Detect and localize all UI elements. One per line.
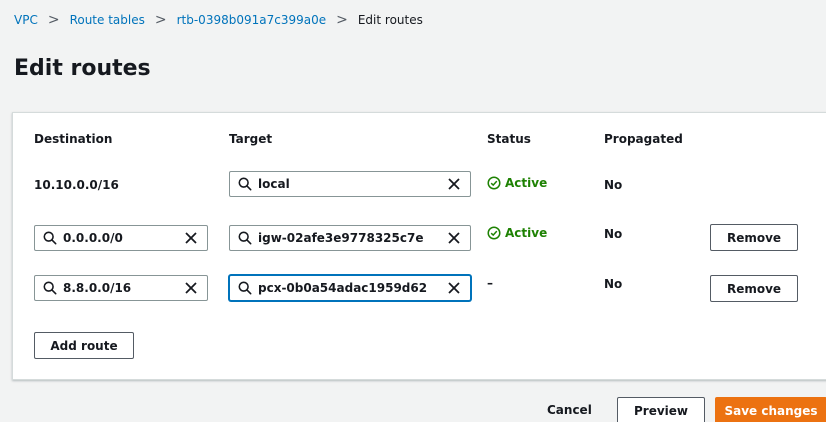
target-input[interactable]: pcx-0b0a54adac1959d62 (229, 275, 471, 301)
clear-icon[interactable] (448, 282, 460, 294)
remove-button[interactable]: Remove (710, 224, 798, 251)
check-circle-icon (487, 176, 501, 190)
breadcrumb-vpc[interactable]: VPC (14, 13, 38, 27)
clear-icon[interactable] (185, 232, 197, 244)
clear-icon[interactable] (185, 282, 197, 294)
routes-panel: Destination Target Status Propagated 10.… (12, 112, 826, 380)
search-icon (43, 231, 57, 245)
status-text: Active (505, 226, 548, 240)
check-circle-icon (487, 226, 501, 240)
header-target: Target (229, 132, 273, 146)
header-propagated: Propagated (604, 132, 683, 146)
breadcrumb-separator: > (336, 12, 348, 28)
propagated-text: No (604, 178, 623, 192)
breadcrumb: VPC > Route tables > rtb-0398b091a7c399a… (14, 13, 423, 27)
status-text: Active (505, 176, 548, 190)
add-route-button[interactable]: Add route (34, 332, 134, 359)
search-icon (238, 281, 252, 295)
page-title: Edit routes (14, 56, 151, 81)
propagated-text: No (604, 227, 623, 241)
cancel-button[interactable]: Cancel (547, 403, 592, 417)
breadcrumb-separator: > (154, 12, 167, 28)
destination-text: 10.10.0.0/16 (34, 178, 119, 192)
breadcrumb-route-table-id[interactable]: rtb-0398b091a7c399a0e (177, 13, 327, 27)
header-destination: Destination (34, 132, 113, 146)
destination-input[interactable]: 8.8.0.0/16 (34, 275, 208, 301)
clear-icon[interactable] (448, 232, 460, 244)
target-input[interactable]: igw-02afe3e9778325c7e (229, 225, 471, 251)
destination-input[interactable]: 0.0.0.0/0 (34, 225, 208, 251)
clear-icon[interactable] (448, 178, 460, 190)
preview-button[interactable]: Preview (617, 397, 705, 422)
header-status: Status (487, 132, 531, 146)
destination-value: 0.0.0.0/0 (63, 231, 123, 245)
target-value: local (258, 177, 290, 191)
status-text: – (487, 276, 493, 290)
breadcrumb-route-tables[interactable]: Route tables (70, 13, 145, 27)
status-badge: – (487, 276, 493, 290)
destination-value: 8.8.0.0/16 (63, 281, 132, 295)
propagated-text: No (604, 277, 623, 291)
search-icon (43, 281, 57, 295)
breadcrumb-separator: > (47, 12, 60, 28)
remove-button[interactable]: Remove (710, 275, 798, 302)
target-value: pcx-0b0a54adac1959d62 (258, 281, 428, 295)
target-value: igw-02afe3e9778325c7e (258, 231, 424, 245)
search-icon (238, 231, 252, 245)
save-changes-button[interactable]: Save changes (715, 397, 826, 422)
search-icon (238, 177, 252, 191)
breadcrumb-current: Edit routes (357, 13, 423, 27)
target-input[interactable]: local (229, 171, 471, 197)
status-badge: Active (487, 226, 547, 240)
status-badge: Active (487, 176, 547, 190)
